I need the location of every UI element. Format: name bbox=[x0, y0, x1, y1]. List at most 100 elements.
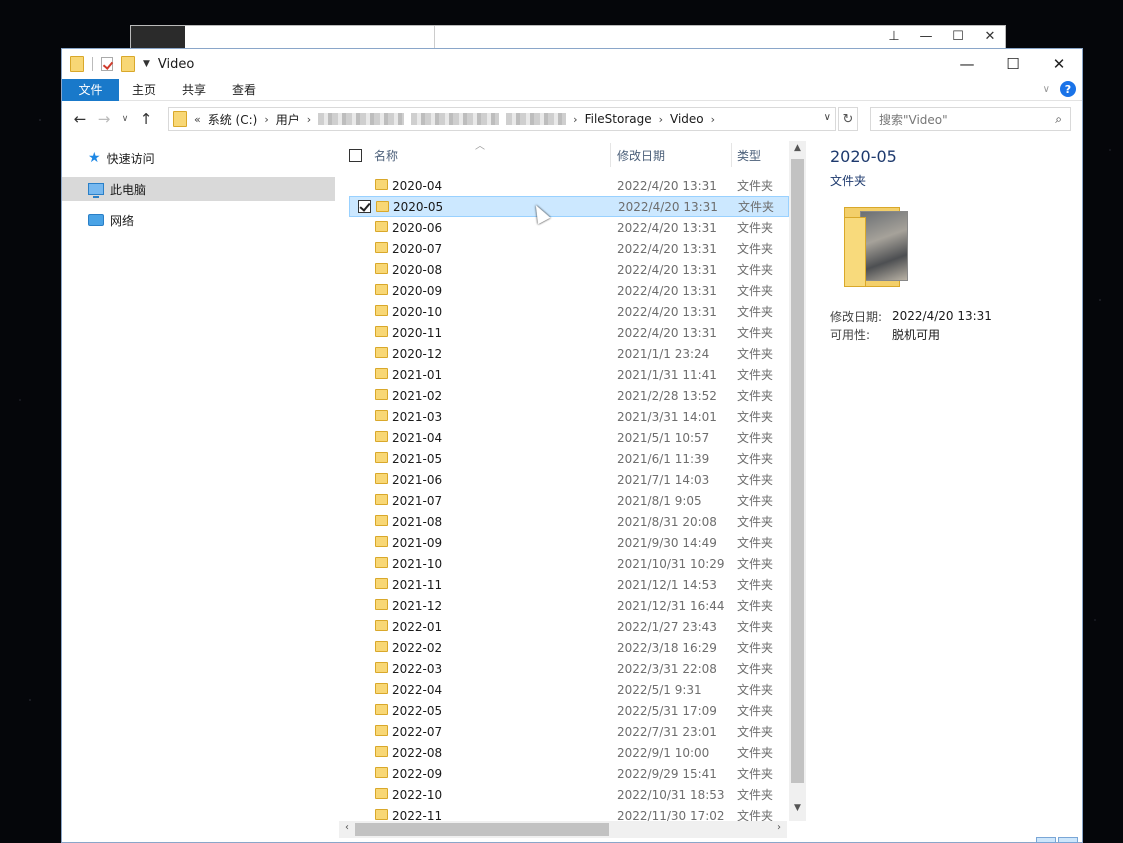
details-view-button[interactable] bbox=[1036, 837, 1056, 843]
table-row[interactable]: 2022-09 2022/9/29 15:41 文件夹 bbox=[349, 763, 789, 784]
folder-icon bbox=[375, 389, 388, 400]
recent-locations-icon[interactable]: ∨ bbox=[116, 114, 134, 124]
table-row[interactable]: 2021-05 2021/6/1 11:39 文件夹 bbox=[349, 448, 789, 469]
thumbnail-view-button[interactable] bbox=[1058, 837, 1078, 843]
table-row[interactable]: 2020-06 2022/4/20 13:31 文件夹 bbox=[349, 217, 789, 238]
tab-view[interactable]: 查看 bbox=[219, 79, 269, 101]
scroll-right-icon[interactable]: › bbox=[771, 822, 787, 833]
table-row[interactable]: 2020-09 2022/4/20 13:31 文件夹 bbox=[349, 280, 789, 301]
scroll-down-icon[interactable]: ▼ bbox=[789, 803, 806, 819]
table-row[interactable]: 2020-08 2022/4/20 13:31 文件夹 bbox=[349, 259, 789, 280]
table-row[interactable]: 2020-11 2022/4/20 13:31 文件夹 bbox=[349, 322, 789, 343]
scroll-thumb[interactable] bbox=[355, 823, 609, 836]
new-folder-icon[interactable] bbox=[121, 56, 135, 72]
folder-icon bbox=[70, 56, 84, 72]
scroll-thumb[interactable] bbox=[791, 159, 804, 783]
properties-icon[interactable] bbox=[101, 57, 113, 71]
table-row[interactable]: 2022-05 2022/5/31 17:09 文件夹 bbox=[349, 700, 789, 721]
column-divider[interactable] bbox=[610, 143, 611, 167]
table-row[interactable]: 2021-07 2021/8/1 9:05 文件夹 bbox=[349, 490, 789, 511]
column-name[interactable]: 名称 bbox=[374, 147, 398, 164]
table-row[interactable]: 2022-01 2022/1/27 23:43 文件夹 bbox=[349, 616, 789, 637]
search-placeholder: 搜索"Video" bbox=[879, 112, 948, 127]
scroll-left-icon[interactable]: ‹ bbox=[339, 822, 355, 833]
table-row[interactable]: 2021-11 2021/12/1 14:53 文件夹 bbox=[349, 574, 789, 595]
table-row[interactable]: 2022-07 2022/7/31 23:01 文件夹 bbox=[349, 721, 789, 742]
pin-icon[interactable]: ⊥ bbox=[885, 29, 903, 44]
chevron-right-icon[interactable]: › bbox=[573, 113, 577, 126]
row-checkbox[interactable] bbox=[358, 200, 371, 213]
table-row[interactable]: 2021-04 2021/5/1 10:57 文件夹 bbox=[349, 427, 789, 448]
table-row[interactable]: 2021-01 2021/1/31 11:41 文件夹 bbox=[349, 364, 789, 385]
address-dropdown-icon[interactable]: ∨ bbox=[824, 112, 831, 123]
close-button[interactable]: ✕ bbox=[1036, 49, 1082, 79]
file-type: 文件夹 bbox=[737, 263, 774, 277]
tab-home[interactable]: 主页 bbox=[119, 79, 169, 101]
customize-dropdown-icon[interactable]: ▼ bbox=[143, 59, 150, 69]
folder-icon bbox=[375, 683, 388, 694]
up-arrow-icon[interactable]: ↑ bbox=[134, 110, 158, 128]
table-row[interactable]: 2022-04 2022/5/1 9:31 文件夹 bbox=[349, 679, 789, 700]
column-type[interactable]: 类型 bbox=[737, 147, 761, 164]
sidebar-item-this-pc[interactable]: 此电脑 bbox=[62, 177, 335, 201]
chevron-right-icon[interactable]: › bbox=[307, 113, 311, 126]
tab-file[interactable]: 文件 bbox=[62, 78, 119, 101]
table-row[interactable]: 2021-09 2021/9/30 14:49 文件夹 bbox=[349, 532, 789, 553]
table-row[interactable]: 2021-06 2021/7/1 14:03 文件夹 bbox=[349, 469, 789, 490]
column-date[interactable]: 修改日期 bbox=[617, 147, 665, 164]
minimize-icon[interactable]: — bbox=[917, 29, 935, 44]
table-row[interactable]: 2021-03 2021/3/31 14:01 文件夹 bbox=[349, 406, 789, 427]
chevron-right-icon[interactable]: › bbox=[264, 113, 268, 126]
breadcrumb-filestorage[interactable]: FileStorage bbox=[585, 112, 652, 126]
file-name: 2022-05 bbox=[392, 703, 443, 718]
forward-arrow-icon[interactable]: → bbox=[92, 110, 116, 128]
table-row[interactable]: 2021-12 2021/12/31 16:44 文件夹 bbox=[349, 595, 789, 616]
chevron-right-icon[interactable]: › bbox=[711, 113, 715, 126]
title-bar[interactable]: ▼ Video — ☐ ✕ bbox=[62, 49, 1082, 79]
minimize-button[interactable]: — bbox=[944, 49, 990, 79]
table-row[interactable]: 2020-04 2022/4/20 13:31 文件夹 bbox=[349, 175, 789, 196]
table-row[interactable]: 2020-07 2022/4/20 13:31 文件夹 bbox=[349, 238, 789, 259]
table-row[interactable]: 2020-05 2022/4/20 13:31 文件夹 bbox=[349, 196, 789, 217]
background-window[interactable]: ⊥ — ☐ ✕ bbox=[130, 25, 1006, 50]
folder-icon bbox=[375, 242, 388, 253]
select-all-checkbox[interactable] bbox=[349, 149, 362, 162]
search-input[interactable]: 搜索"Video" ⌕ bbox=[870, 107, 1071, 131]
table-row[interactable]: 2021-08 2021/8/31 20:08 文件夹 bbox=[349, 511, 789, 532]
table-row[interactable]: 2021-02 2021/2/28 13:52 文件夹 bbox=[349, 385, 789, 406]
close-icon[interactable]: ✕ bbox=[981, 29, 999, 44]
breadcrumb-users[interactable]: 用户 bbox=[276, 111, 300, 128]
maximize-icon[interactable]: ☐ bbox=[949, 29, 967, 44]
column-divider[interactable] bbox=[731, 143, 732, 167]
file-type: 文件夹 bbox=[737, 305, 774, 319]
file-type: 文件夹 bbox=[737, 725, 774, 739]
sidebar-item-network[interactable]: 网络 bbox=[62, 208, 335, 232]
folder-icon bbox=[375, 557, 388, 568]
tab-share[interactable]: 共享 bbox=[169, 79, 219, 101]
search-icon[interactable]: ⌕ bbox=[1055, 112, 1062, 127]
help-icon[interactable]: ? bbox=[1060, 81, 1076, 97]
details-title: 2020-05 bbox=[830, 147, 897, 166]
table-row[interactable]: 2022-03 2022/3/31 22:08 文件夹 bbox=[349, 658, 789, 679]
table-row[interactable]: 2022-10 2022/10/31 18:53 文件夹 bbox=[349, 784, 789, 805]
horizontal-scrollbar[interactable]: ‹ › bbox=[339, 821, 787, 838]
scroll-up-icon[interactable]: ▲ bbox=[789, 143, 806, 159]
expand-ribbon-icon[interactable]: ∨ bbox=[1043, 84, 1050, 95]
file-type: 文件夹 bbox=[737, 410, 774, 424]
table-row[interactable]: 2020-10 2022/4/20 13:31 文件夹 bbox=[349, 301, 789, 322]
address-bar[interactable]: « 系统 (C:) › 用户 › › FileStorage › Video ›… bbox=[168, 107, 836, 131]
table-row[interactable]: 2020-12 2021/1/1 23:24 文件夹 bbox=[349, 343, 789, 364]
table-row[interactable]: 2022-08 2022/9/1 10:00 文件夹 bbox=[349, 742, 789, 763]
vertical-scrollbar[interactable]: ▲ ▼ bbox=[789, 141, 806, 821]
breadcrumb-drive[interactable]: 系统 (C:) bbox=[208, 111, 258, 128]
address-overflow[interactable]: « bbox=[194, 113, 201, 126]
table-row[interactable]: 2022-02 2022/3/18 16:29 文件夹 bbox=[349, 637, 789, 658]
maximize-button[interactable]: ☐ bbox=[990, 49, 1036, 79]
chevron-right-icon[interactable]: › bbox=[659, 113, 663, 126]
back-arrow-icon[interactable]: ← bbox=[68, 110, 92, 128]
sidebar-item-quick-access[interactable]: ★ 快速访问 bbox=[62, 146, 335, 170]
refresh-button[interactable]: ↻ bbox=[838, 107, 858, 131]
breadcrumb-video[interactable]: Video bbox=[670, 112, 704, 126]
folder-icon bbox=[375, 809, 388, 820]
table-row[interactable]: 2021-10 2021/10/31 10:29 文件夹 bbox=[349, 553, 789, 574]
